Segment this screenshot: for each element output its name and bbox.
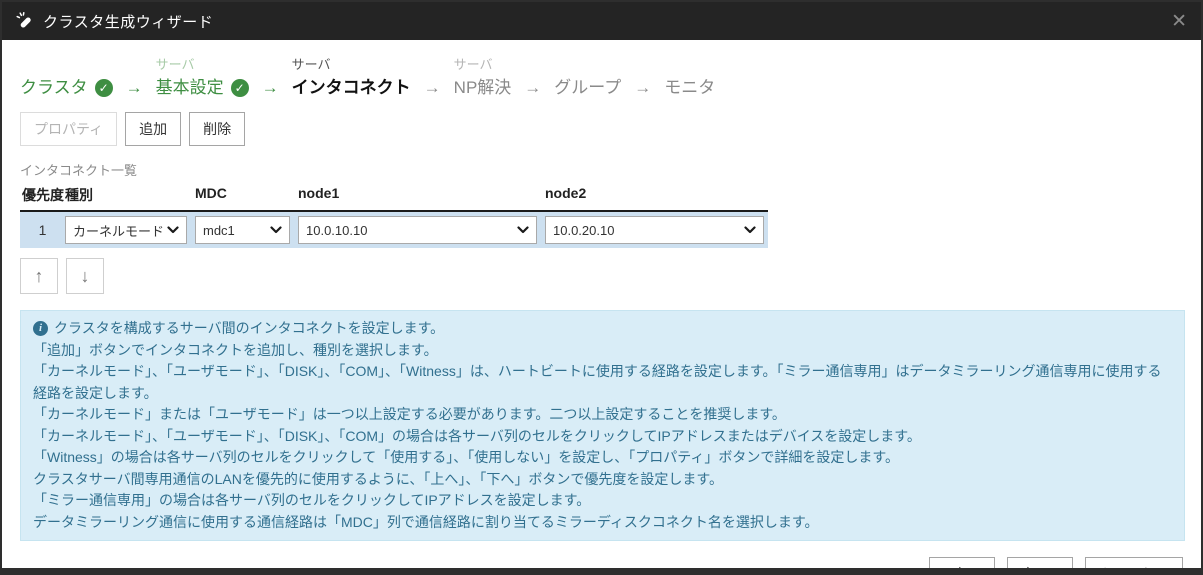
arrow-icon: →: [511, 76, 554, 100]
footer-buttons: ◀戻る 次へ▶ キャンセル: [20, 557, 1183, 575]
step-arrow-wrap: →: [621, 56, 664, 100]
step-label: グループ: [554, 76, 621, 100]
step-label: モニタ: [664, 76, 715, 100]
info-icon: i: [33, 321, 48, 336]
info-line: データミラーリング通信に使用する通信経路は「MDC」列で通信経路に割り当てるミラ…: [33, 512, 1172, 534]
check-icon: ✓: [95, 79, 113, 97]
priority-order-controls: ↑ ↓: [20, 258, 1183, 294]
wand-icon: [16, 12, 34, 30]
interconnect-table: 優先度 種別 MDC node1 node2 1 カーネルモード mdc1: [20, 185, 768, 248]
chevron-down-icon: [270, 226, 282, 234]
info-line: 「カーネルモード」または「ユーザモード」は一つ以上設定する必要があります。二つ以…: [33, 404, 1172, 426]
up-arrow-icon: ↑: [35, 266, 44, 287]
header-type: 種別: [65, 185, 195, 205]
table-row: 1 カーネルモード mdc1 10.0.10.10: [20, 212, 768, 248]
property-button[interactable]: プロパティ: [20, 112, 117, 146]
header-priority: 優先度: [20, 185, 65, 205]
step-basic-settings: サーバ 基本設定 ✓: [156, 56, 249, 100]
cluster-wizard-dialog: クラスタ生成ウィザード ✕ クラスタ ✓ → サーバ 基本設定 ✓ → サーバ イン…: [0, 0, 1203, 575]
node1-select[interactable]: 10.0.10.10: [298, 216, 537, 244]
step-arrow-wrap: →: [249, 56, 292, 100]
type-select[interactable]: カーネルモード: [65, 216, 187, 244]
interconnect-list-title: インタコネクト一覧: [20, 160, 1183, 179]
step-np-resolution: サーバ NP解決: [454, 56, 512, 100]
add-button[interactable]: 追加: [125, 112, 181, 146]
chevron-down-icon: [744, 226, 756, 234]
toolbar: プロパティ 追加 削除: [20, 112, 1183, 146]
step-arrow-wrap: →: [411, 56, 454, 100]
window-title: クラスタ生成ウィザード: [43, 11, 213, 32]
down-arrow-icon: ↓: [81, 266, 90, 287]
table-header-row: 優先度 種別 MDC node1 node2: [20, 185, 768, 212]
info-line: 「ミラー通信専用」の場合は各サーバ列のセルをクリックしてIPアドレスを設定します…: [33, 490, 1172, 512]
header-mdc: MDC: [195, 185, 298, 205]
step-group: グループ: [554, 56, 621, 100]
info-line: 「カーネルモード」、「ユーザモード」、「DISK」、「COM」、「Witness…: [33, 361, 1172, 404]
step-sublabel: [554, 56, 621, 76]
wizard-steps: クラスタ ✓ → サーバ 基本設定 ✓ → サーバ インタコネクト → サーバ NP…: [20, 56, 1183, 100]
close-icon[interactable]: ✕: [1171, 12, 1187, 31]
step-sublabel: サーバ: [292, 56, 411, 76]
arrow-icon: →: [113, 76, 156, 100]
header-node2: node2: [545, 185, 768, 205]
step-sublabel: [664, 56, 715, 76]
check-icon: ✓: [231, 79, 249, 97]
info-line: 「追加」ボタンでインタコネクトを追加し、種別を選択します。: [33, 340, 1172, 362]
arrow-icon: →: [621, 76, 664, 100]
info-panel: i クラスタを構成するサーバ間のインタコネクトを設定します。 「追加」ボタンでイ…: [20, 310, 1185, 541]
step-arrow-wrap: →: [113, 56, 156, 100]
move-down-button[interactable]: ↓: [66, 258, 104, 294]
priority-value: 1: [20, 222, 65, 238]
node2-select[interactable]: 10.0.20.10: [545, 216, 764, 244]
move-up-button[interactable]: ↑: [20, 258, 58, 294]
step-label: クラスタ: [20, 76, 88, 100]
cancel-button[interactable]: キャンセル: [1085, 557, 1183, 575]
step-sublabel: サーバ: [454, 56, 512, 76]
titlebar: クラスタ生成ウィザード ✕: [2, 2, 1201, 40]
step-sublabel: [20, 56, 113, 76]
step-sublabel: サーバ: [156, 56, 249, 76]
info-line: i クラスタを構成するサーバ間のインタコネクトを設定します。: [33, 318, 1172, 340]
mdc-select[interactable]: mdc1: [195, 216, 290, 244]
step-label: インタコネクト: [292, 76, 411, 100]
chevron-down-icon: [517, 226, 529, 234]
next-button[interactable]: 次へ▶: [1007, 557, 1073, 575]
arrow-icon: →: [249, 76, 292, 100]
step-monitor: モニタ: [664, 56, 715, 100]
back-triangle-icon: ◀: [943, 570, 950, 575]
step-label: 基本設定: [156, 76, 224, 100]
step-arrow-wrap: →: [511, 56, 554, 100]
next-triangle-icon: ▶: [1052, 570, 1059, 575]
step-label: NP解決: [454, 76, 512, 100]
chevron-down-icon: [167, 226, 179, 234]
back-button[interactable]: ◀戻る: [929, 557, 995, 575]
info-line: クラスタサーバ間専用通信のLANを優先的に使用するように、「上へ」、「下へ」ボタ…: [33, 469, 1172, 491]
arrow-icon: →: [411, 76, 454, 100]
header-node1: node1: [298, 185, 545, 205]
delete-button[interactable]: 削除: [189, 112, 245, 146]
info-line: 「カーネルモード」、「ユーザモード」、「DISK」、「COM」の場合は各サーバ列…: [33, 426, 1172, 448]
step-interconnect: サーバ インタコネクト: [292, 56, 411, 100]
info-line: 「Witness」の場合は各サーバ列のセルをクリックして「使用する」、「使用しな…: [33, 447, 1172, 469]
step-cluster: クラスタ ✓: [20, 56, 113, 100]
